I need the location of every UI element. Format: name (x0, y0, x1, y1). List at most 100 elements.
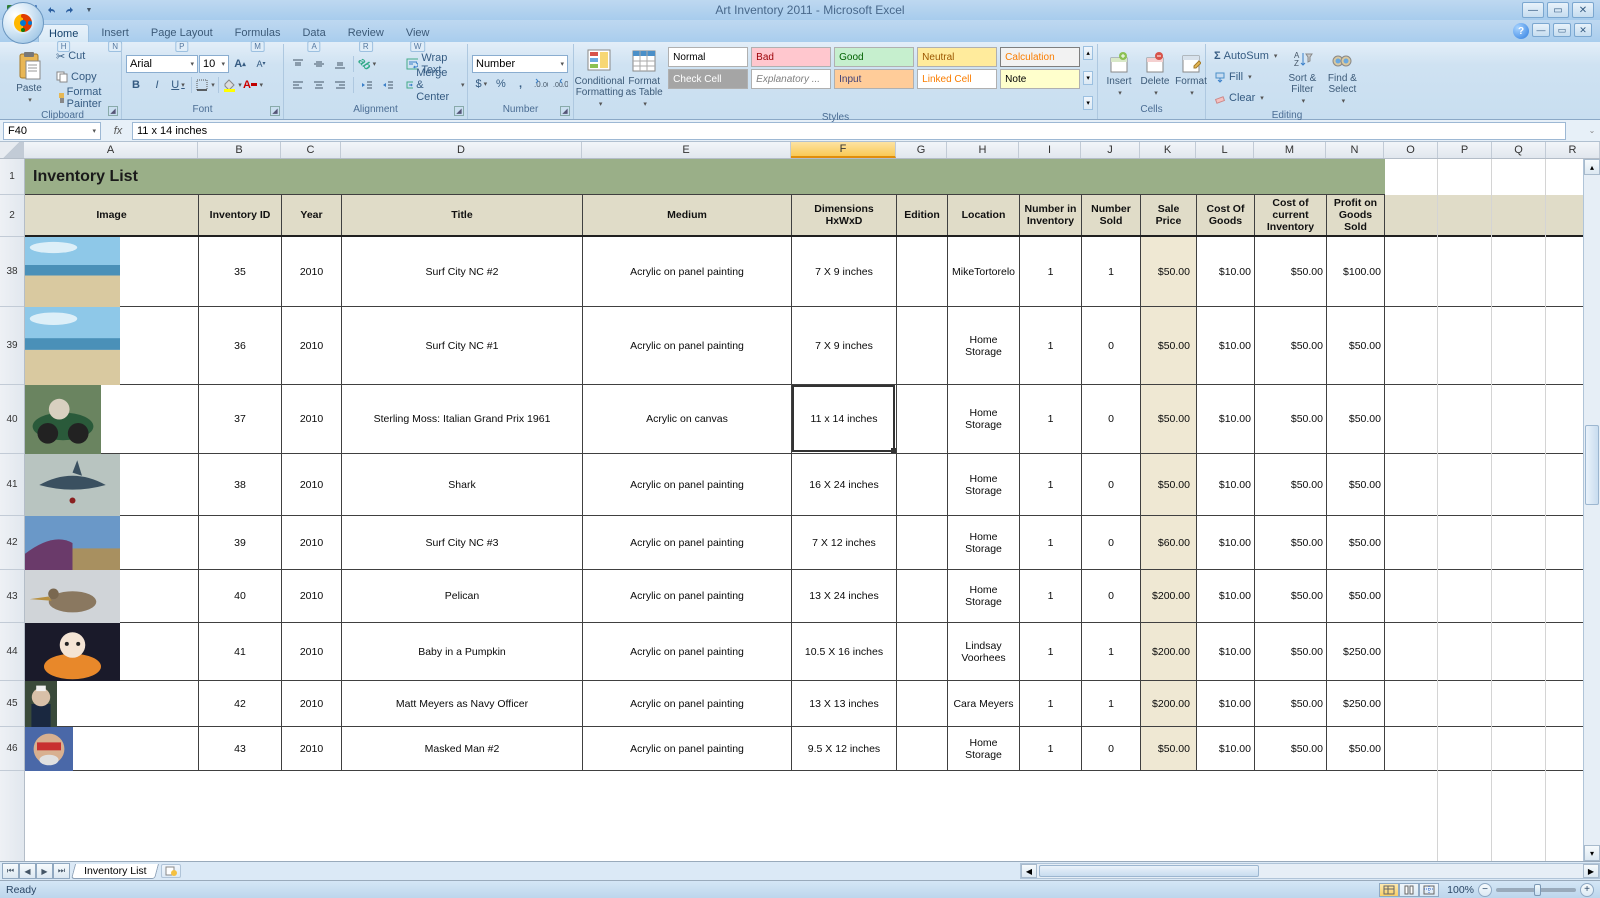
formula-bar-expand[interactable]: ⌄ (1584, 126, 1600, 135)
percent-button[interactable]: % (492, 74, 511, 94)
orientation-button[interactable]: ab▾ (357, 54, 377, 74)
cell[interactable]: 2010 (282, 385, 342, 453)
cell[interactable]: $250.00 (1327, 681, 1385, 726)
cell[interactable]: Lindsay Voorhees (948, 623, 1020, 680)
cell[interactable] (897, 516, 948, 569)
cell[interactable]: 16 X 24 inches (792, 454, 897, 515)
column-header-M[interactable]: M (1254, 142, 1326, 158)
cell[interactable] (897, 727, 948, 770)
number-dialog-launcher[interactable]: ◢ (560, 106, 570, 116)
cell[interactable]: 13 X 13 inches (792, 681, 897, 726)
cell[interactable] (25, 385, 199, 453)
comma-button[interactable]: , (511, 74, 530, 94)
tab-view[interactable]: ViewW (396, 24, 440, 42)
style-check-cell[interactable]: Check Cell (668, 69, 748, 89)
cell[interactable]: $200.00 (1141, 570, 1197, 622)
style-good[interactable]: Good (834, 47, 914, 67)
column-header-I[interactable]: I (1019, 142, 1081, 158)
spreadsheet-grid[interactable]: Inventory ListImageInventory IDYearTitle… (25, 159, 1583, 861)
tab-formulas[interactable]: FormulasM (225, 24, 291, 42)
column-header-J[interactable]: J (1081, 142, 1140, 158)
redo-icon[interactable] (61, 1, 79, 19)
column-header-G[interactable]: G (896, 142, 947, 158)
cell[interactable]: 1 (1082, 681, 1141, 726)
cell[interactable]: 1 (1020, 454, 1082, 515)
style-calculation[interactable]: Calculation (1000, 47, 1080, 67)
cell[interactable] (897, 385, 948, 453)
column-header-O[interactable]: O (1384, 142, 1438, 158)
cell[interactable]: 43 (199, 727, 282, 770)
cell[interactable]: $50.00 (1327, 385, 1385, 453)
cell[interactable]: $50.00 (1255, 237, 1327, 306)
row-header-1[interactable]: 1 (0, 159, 24, 195)
cell[interactable]: $50.00 (1327, 570, 1385, 622)
cell[interactable]: $50.00 (1327, 516, 1385, 569)
column-header-R[interactable]: R (1546, 142, 1600, 158)
align-middle-button[interactable] (309, 54, 329, 74)
font-color-button[interactable]: A▾ (243, 75, 263, 95)
cell[interactable] (897, 623, 948, 680)
cell[interactable] (897, 570, 948, 622)
cell[interactable]: Acrylic on panel painting (583, 623, 792, 680)
cell[interactable]: $10.00 (1197, 570, 1255, 622)
cell[interactable]: $50.00 (1255, 454, 1327, 515)
cell[interactable]: 1 (1020, 237, 1082, 306)
tab-page-layout[interactable]: Page LayoutP (141, 24, 223, 42)
cell[interactable]: Home Storage (948, 307, 1020, 384)
font-dialog-launcher[interactable]: ◢ (270, 106, 280, 116)
cell[interactable]: $10.00 (1197, 307, 1255, 384)
cell[interactable]: $50.00 (1327, 307, 1385, 384)
cell[interactable] (897, 454, 948, 515)
cell[interactable] (897, 237, 948, 306)
zoom-in-button[interactable]: + (1580, 883, 1594, 897)
minimize-button[interactable]: — (1522, 2, 1544, 18)
column-header-P[interactable]: P (1438, 142, 1492, 158)
column-header-A[interactable]: A (24, 142, 198, 158)
cell[interactable]: 2010 (282, 623, 342, 680)
cell[interactable]: 36 (199, 307, 282, 384)
cell[interactable]: 7 X 9 inches (792, 237, 897, 306)
fill-button[interactable]: Fill▾ (1210, 67, 1281, 87)
cell[interactable]: $50.00 (1141, 237, 1197, 306)
doc-minimize-button[interactable]: — (1532, 23, 1550, 37)
cell[interactable]: 1 (1020, 385, 1082, 453)
row-header-44[interactable]: 44 (0, 623, 24, 681)
cell[interactable]: 1 (1020, 727, 1082, 770)
cell[interactable]: 40 (199, 570, 282, 622)
cell[interactable] (25, 454, 199, 515)
format-cells-button[interactable]: Format▾ (1174, 46, 1208, 102)
new-sheet-button[interactable] (161, 864, 181, 878)
cell[interactable]: $50.00 (1327, 727, 1385, 770)
cell[interactable]: 2010 (282, 454, 342, 515)
cell[interactable]: Masked Man #2 (342, 727, 583, 770)
cell[interactable]: 10.5 X 16 inches (792, 623, 897, 680)
cell[interactable]: $10.00 (1197, 681, 1255, 726)
cell[interactable]: 35 (199, 237, 282, 306)
align-bottom-button[interactable] (330, 54, 350, 74)
cell[interactable]: $50.00 (1141, 385, 1197, 453)
cell[interactable]: Surf City NC #2 (342, 237, 583, 306)
view-buttons[interactable] (1379, 883, 1439, 897)
cell[interactable] (25, 516, 199, 569)
cell[interactable]: 1 (1020, 570, 1082, 622)
row-header-39[interactable]: 39 (0, 307, 24, 385)
cell[interactable]: $50.00 (1255, 570, 1327, 622)
column-header-K[interactable]: K (1140, 142, 1196, 158)
fill-color-button[interactable]: ▾ (222, 75, 242, 95)
cell[interactable]: $10.00 (1197, 623, 1255, 680)
cell[interactable]: $50.00 (1255, 681, 1327, 726)
cell[interactable]: MikeTortorelo (948, 237, 1020, 306)
office-button[interactable] (2, 2, 44, 44)
sheet-nav-buttons[interactable]: ⏮◀▶⏭ (2, 863, 70, 879)
cell[interactable]: $10.00 (1197, 385, 1255, 453)
page-break-view-button[interactable] (1419, 883, 1439, 897)
cell[interactable]: 2010 (282, 681, 342, 726)
style-neutral[interactable]: Neutral (917, 47, 997, 67)
column-header-B[interactable]: B (198, 142, 281, 158)
insert-function-button[interactable]: fx (108, 125, 128, 137)
shrink-font-button[interactable]: A▾ (251, 54, 271, 74)
row-header-41[interactable]: 41 (0, 454, 24, 516)
number-format-select[interactable]: Number▾ (472, 55, 568, 73)
cell[interactable]: 2010 (282, 727, 342, 770)
cell[interactable]: 7 X 12 inches (792, 516, 897, 569)
